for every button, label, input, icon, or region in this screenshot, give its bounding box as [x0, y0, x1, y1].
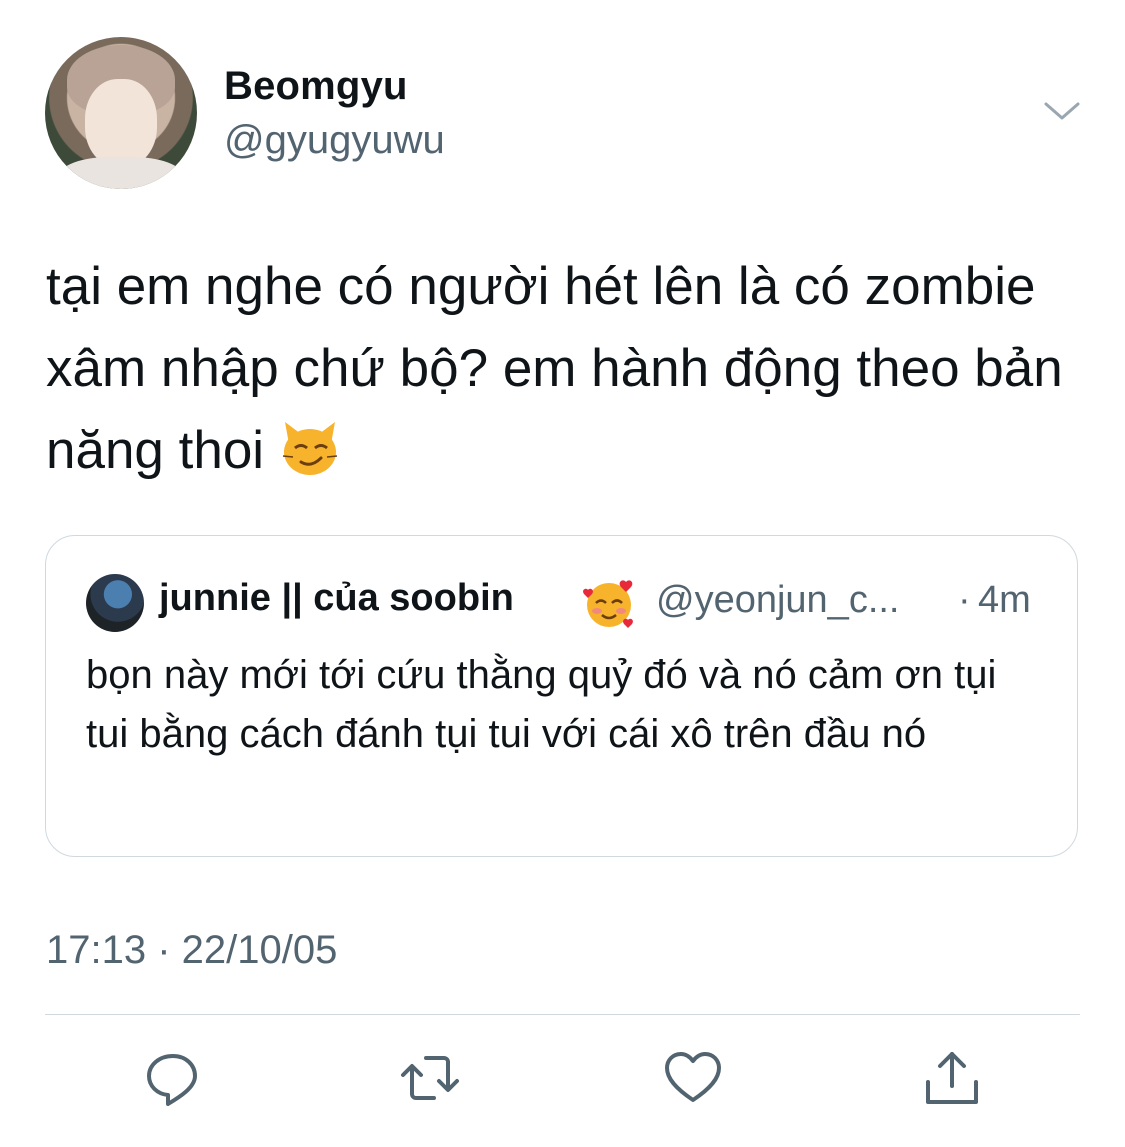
author-avatar[interactable] [45, 37, 197, 189]
heart-icon [665, 1052, 721, 1102]
retweet-button[interactable] [400, 1048, 460, 1108]
author-display-name[interactable]: Beomgyu [224, 64, 408, 109]
share-icon [926, 1052, 978, 1104]
author-handle[interactable]: @gyugyuwu [224, 118, 445, 163]
quoted-separator: · [958, 579, 971, 621]
tweet-timestamp[interactable]: 17:13 · 22/10/05 [46, 928, 337, 973]
reply-icon [147, 1054, 197, 1106]
divider [45, 1014, 1080, 1015]
quoted-text: bọn này mới tới cứu thằng quỷ đó và nó c… [86, 653, 997, 756]
tweet-text: tại em nghe có người hét lên là có zombi… [46, 246, 1086, 492]
quoted-tweet[interactable]: junnie || của soobin @yeonjun_c... · 4m … [45, 535, 1078, 857]
quoted-time-ago: 4m [978, 579, 1031, 621]
smiling-face-with-hearts-emoji [582, 576, 636, 630]
like-button[interactable] [663, 1048, 723, 1108]
share-button[interactable] [922, 1048, 982, 1108]
quoted-handle: @yeonjun_c... [656, 579, 900, 621]
quoted-display-name: junnie || của soobin [159, 577, 514, 619]
quoted-author-avatar [86, 574, 144, 632]
retweet-icon [401, 1056, 459, 1100]
chevron-down-icon[interactable] [1042, 96, 1082, 126]
tweet-body: tại em nghe có người hét lên là có zombi… [46, 257, 1063, 480]
reply-button[interactable] [143, 1048, 203, 1108]
smirking-cat-emoji [279, 416, 341, 478]
